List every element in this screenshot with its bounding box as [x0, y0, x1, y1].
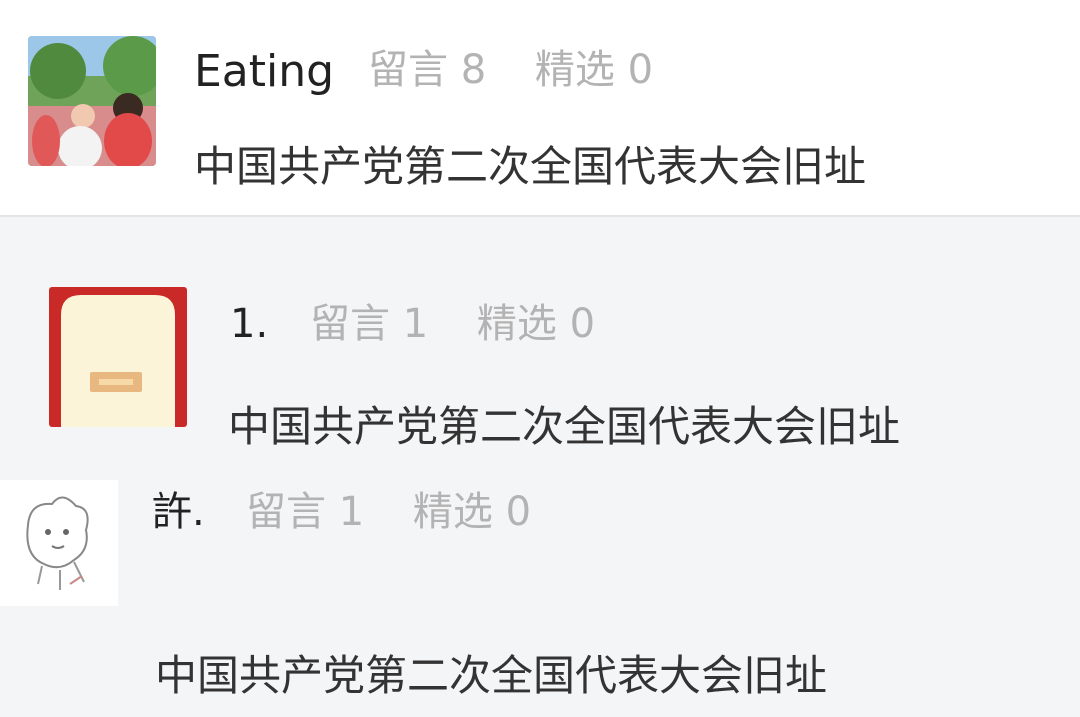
- sketch-avatar-icon: [0, 480, 118, 606]
- photo-avatar-icon: [28, 36, 156, 166]
- username[interactable]: 許.: [152, 492, 205, 532]
- comment-stats: 留言 1 精选 0: [246, 492, 567, 532]
- messages-count: 留言 8: [368, 47, 487, 93]
- red-envelope-icon: [49, 287, 187, 427]
- comment-stats: 留言 1 精选 0: [310, 304, 631, 344]
- featured-count: 精选 0: [534, 47, 654, 93]
- comment-stats: 留言 8 精选 0: [368, 50, 689, 90]
- avatar[interactable]: [49, 287, 187, 427]
- username[interactable]: 1.: [230, 304, 268, 344]
- username[interactable]: Eating: [194, 50, 334, 94]
- messages-count: 留言 1: [310, 301, 429, 347]
- featured-count: 精选 0: [412, 489, 532, 535]
- featured-count: 精选 0: [476, 301, 596, 347]
- comment-text: 中国共产党第二次全国代表大会旧址: [155, 651, 828, 700]
- comment-text: 中国共产党第二次全国代表大会旧址: [228, 402, 901, 451]
- messages-count: 留言 1: [246, 489, 365, 535]
- avatar[interactable]: [28, 36, 156, 166]
- avatar[interactable]: [0, 480, 118, 606]
- comment-text: 中国共产党第二次全国代表大会旧址: [194, 142, 867, 191]
